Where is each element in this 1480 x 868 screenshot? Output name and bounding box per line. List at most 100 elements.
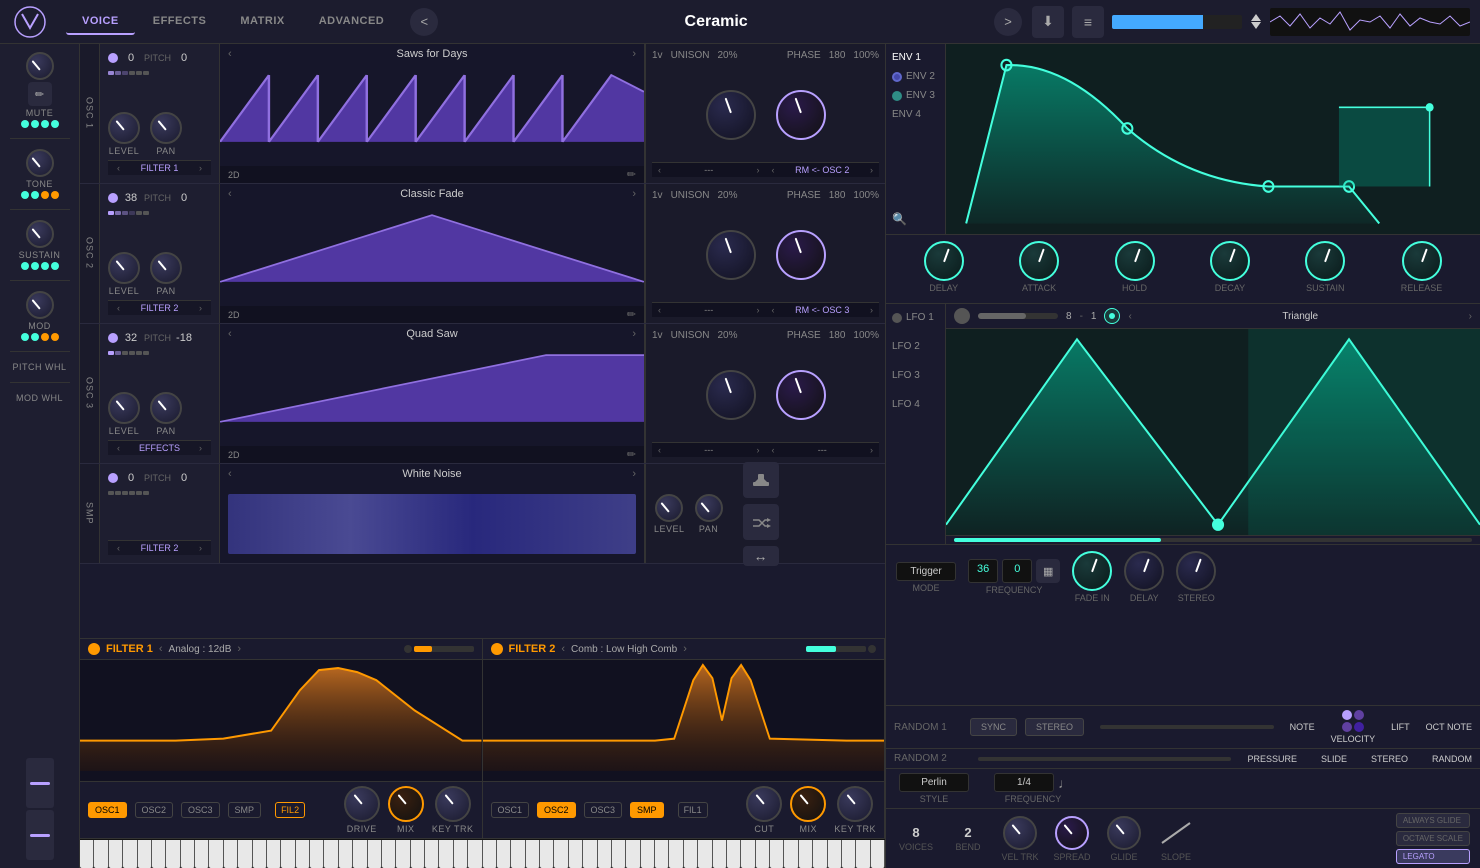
- tab-voice[interactable]: VOICE: [66, 9, 135, 35]
- lfo-wave-prev[interactable]: ‹: [1128, 311, 1131, 322]
- osc2-mod-prev[interactable]: ‹: [658, 305, 661, 315]
- lfo-fadein-knob[interactable]: [1072, 551, 1112, 591]
- lfo-rate-slider[interactable]: [978, 313, 1058, 319]
- osc1-rm-prev[interactable]: ‹: [772, 165, 775, 175]
- osc2-phase-knob[interactable]: [776, 230, 826, 280]
- filter1-osc1-chip[interactable]: OSC1: [88, 802, 127, 818]
- osc3-mod-next[interactable]: ›: [757, 445, 760, 455]
- lfo4-label-item[interactable]: LFO 4: [892, 399, 939, 410]
- always-glide-btn[interactable]: ALWAYS GLIDE: [1396, 813, 1470, 828]
- filter2-type-prev[interactable]: ‹: [561, 643, 565, 655]
- filter1-type-next[interactable]: ›: [237, 643, 241, 655]
- filter1-slider[interactable]: [414, 646, 474, 652]
- osc3-filter-prev[interactable]: ‹: [117, 443, 120, 453]
- osc2-rm-prev[interactable]: ‹: [772, 305, 775, 315]
- tab-matrix[interactable]: MATRIX: [224, 9, 300, 35]
- lfo3-label-item[interactable]: LFO 3: [892, 370, 939, 381]
- mute-pencil[interactable]: ✏: [28, 82, 52, 106]
- osc2-mod-next[interactable]: ›: [757, 305, 760, 315]
- env1-label-item[interactable]: ENV 1: [892, 52, 939, 63]
- tab-effects[interactable]: EFFECTS: [137, 9, 223, 35]
- tab-advanced[interactable]: ADVANCED: [303, 9, 401, 35]
- glide-knob[interactable]: [1107, 816, 1141, 850]
- osc3-wave-prev[interactable]: ‹: [228, 328, 232, 340]
- osc3-rm-next[interactable]: ›: [870, 445, 873, 455]
- osc3-wave-edit[interactable]: [627, 448, 636, 461]
- env-sustain-knob[interactable]: [1305, 241, 1345, 281]
- osc2-rm-next[interactable]: ›: [870, 305, 873, 315]
- env2-label-item[interactable]: ENV 2: [892, 71, 939, 82]
- menu-button[interactable]: ≡: [1072, 6, 1104, 38]
- filter1-type-prev[interactable]: ‹: [159, 643, 163, 655]
- osc1-wave-next[interactable]: ›: [632, 48, 636, 60]
- filter1-osc2-chip[interactable]: OSC2: [135, 802, 174, 818]
- mod-slider[interactable]: [26, 810, 54, 860]
- smp-level-knob[interactable]: [655, 494, 683, 522]
- osc2-pan-knob[interactable]: [150, 252, 182, 284]
- lfo-delay-knob[interactable]: [1124, 551, 1164, 591]
- osc2-filter-name[interactable]: FILTER 2: [123, 303, 196, 313]
- filter1-drive-knob[interactable]: [344, 786, 380, 822]
- mod-knob[interactable]: [26, 291, 54, 319]
- preset-prev-button[interactable]: <: [410, 8, 438, 36]
- osc3-phase-knob[interactable]: [776, 370, 826, 420]
- osc2-wave-edit[interactable]: [627, 308, 636, 321]
- filter2-cut-knob[interactable]: [746, 786, 782, 822]
- lfo-freq-a[interactable]: 36: [968, 559, 998, 583]
- osc3-level-knob[interactable]: [108, 392, 140, 424]
- osc3-active-dot[interactable]: [108, 333, 118, 343]
- smp-shuffle-button[interactable]: [743, 504, 779, 540]
- osc1-filter-next[interactable]: ›: [199, 163, 202, 173]
- filter2-osc3-chip[interactable]: OSC3: [584, 802, 623, 818]
- osc2-active-dot[interactable]: [108, 193, 118, 203]
- pitch-slider[interactable]: [26, 758, 54, 808]
- filter1-fil2-btn[interactable]: FIL2: [275, 802, 305, 818]
- smp-wave-prev[interactable]: ‹: [228, 468, 232, 480]
- filter2-type-next[interactable]: ›: [683, 643, 687, 655]
- smp-filter-next[interactable]: ›: [199, 543, 202, 553]
- filter2-keytrk-knob[interactable]: [837, 786, 873, 822]
- osc2-filter-prev[interactable]: ‹: [117, 303, 120, 313]
- osc3-unison-knob[interactable]: [706, 370, 756, 420]
- osc1-pan-knob[interactable]: [150, 112, 182, 144]
- osc1-filter-prev[interactable]: ‹: [117, 163, 120, 173]
- sync-button[interactable]: SYNC: [970, 718, 1017, 736]
- filter2-smp-chip[interactable]: SMP: [630, 802, 664, 818]
- osc1-mod-prev[interactable]: ‹: [658, 165, 661, 175]
- osc1-filter-name[interactable]: FILTER 1: [123, 163, 196, 173]
- filter2-osc2-chip[interactable]: OSC2: [537, 802, 576, 818]
- random1-bar[interactable]: [1100, 725, 1274, 729]
- legato-btn[interactable]: LEGATO: [1396, 849, 1470, 864]
- osc2-wave-prev[interactable]: ‹: [228, 188, 232, 200]
- env-hold-knob[interactable]: [1115, 241, 1155, 281]
- vel-trk-knob[interactable]: [1003, 816, 1037, 850]
- filter2-osc1-chip[interactable]: OSC1: [491, 802, 530, 818]
- osc3-filter-next[interactable]: ›: [199, 443, 202, 453]
- osc1-wave-prev[interactable]: ‹: [228, 48, 232, 60]
- smp-wave-next[interactable]: ›: [632, 468, 636, 480]
- smp-filter-prev[interactable]: ‹: [117, 543, 120, 553]
- osc1-mod-next[interactable]: ›: [757, 165, 760, 175]
- smp-active-dot[interactable]: [108, 473, 118, 483]
- osc1-wave-edit[interactable]: [627, 168, 636, 181]
- filter2-fil1-btn[interactable]: FIL1: [678, 802, 708, 818]
- osc2-wave-next[interactable]: ›: [632, 188, 636, 200]
- spread-knob[interactable]: [1055, 816, 1089, 850]
- random2-bar[interactable]: [978, 757, 1231, 761]
- smp-filter-name[interactable]: FILTER 2: [123, 543, 196, 553]
- lfo-freq-b[interactable]: 0: [1002, 559, 1032, 583]
- lfo-link-icon[interactable]: [1104, 308, 1120, 324]
- filter2-slider[interactable]: [806, 646, 866, 652]
- env3-label-item[interactable]: ENV 3: [892, 90, 939, 101]
- osc2-level-knob[interactable]: [108, 252, 140, 284]
- osc1-phase-knob[interactable]: [776, 90, 826, 140]
- octave-scale-btn[interactable]: OCTAVE SCALE: [1396, 831, 1470, 846]
- env-decay-knob[interactable]: [1210, 241, 1250, 281]
- osc1-active-dot[interactable]: [108, 53, 118, 63]
- download-button[interactable]: ⬇: [1032, 6, 1064, 38]
- filter1-keytrk-knob[interactable]: [435, 786, 471, 822]
- sustain-knob[interactable]: [26, 220, 54, 248]
- osc1-level-knob[interactable]: [108, 112, 140, 144]
- lfo-stereo-knob[interactable]: [1176, 551, 1216, 591]
- lfo-wave-next[interactable]: ›: [1469, 311, 1472, 322]
